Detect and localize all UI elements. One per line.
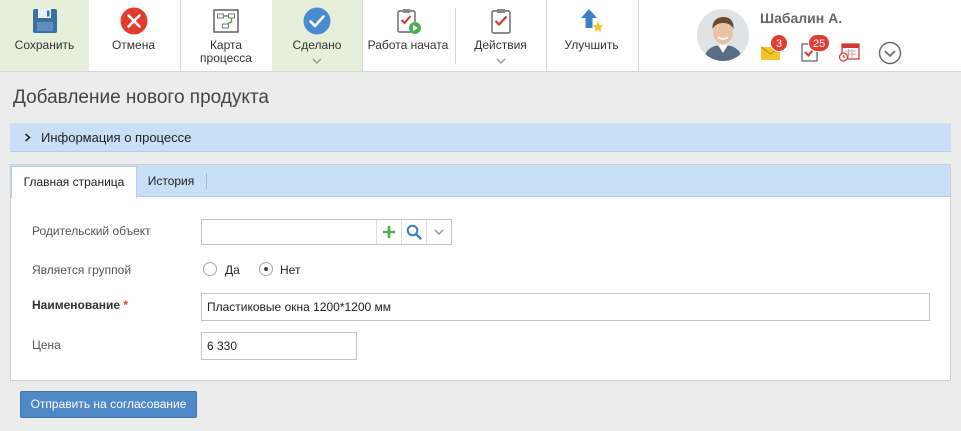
calendar-icon[interactable] (838, 42, 860, 62)
chevron-circle-down-icon[interactable] (878, 41, 902, 65)
cancel-label: Отмена (111, 38, 156, 52)
price-label: Цена (32, 338, 61, 352)
save-label: Сохранить (14, 38, 75, 52)
search-parent-button[interactable] (401, 220, 425, 244)
work-started-label: Работа начата (367, 38, 449, 52)
user-photo-icon (697, 9, 749, 61)
improve-button[interactable]: Улучшить (547, 0, 636, 71)
tasks-count-badge: 25 (808, 34, 831, 52)
messages-count-badge: 3 (770, 34, 788, 52)
tab-main-page[interactable]: Главная страница (11, 166, 137, 198)
send-for-approval-button[interactable]: Отправить на согласование (20, 391, 197, 418)
user-panel: Шабалин А. 3 25 (640, 0, 912, 71)
done-button[interactable]: Сделано (272, 0, 362, 71)
process-info-toggle[interactable]: Информация о процессе (10, 123, 951, 152)
floppy-disk-icon (32, 9, 57, 33)
price-input[interactable] (201, 332, 357, 360)
main-toolbar: Сохранить Отмена Карта процесса Сделано (0, 0, 961, 72)
chevron-down-icon (312, 58, 322, 65)
user-name: Шабалин А. (760, 10, 843, 26)
parent-object-label: Родительский объект (32, 224, 151, 238)
checkmark-circle-icon (303, 7, 331, 35)
process-info-label: Информация о процессе (41, 130, 192, 145)
name-input[interactable] (201, 293, 930, 321)
parent-object-input[interactable] (202, 220, 375, 244)
radio-selected-dot (264, 267, 268, 271)
magnifier-icon (406, 224, 422, 240)
process-map-label: Карта процесса (200, 38, 252, 65)
is-group-yes-radio[interactable] (203, 262, 217, 276)
parent-dropdown-button[interactable] (426, 220, 451, 244)
chevron-down-icon (434, 229, 444, 236)
process-map-button[interactable]: Карта процесса (181, 0, 271, 71)
page-title: Добавление нового продукта (13, 87, 269, 108)
work-started-button[interactable]: Работа начата (363, 0, 453, 71)
is-group-no-label[interactable]: Нет (280, 263, 300, 277)
actions-button[interactable]: Действия (456, 0, 545, 71)
avatar[interactable] (697, 9, 749, 61)
done-label: Сделано (292, 38, 342, 52)
is-group-no-radio[interactable] (259, 262, 273, 276)
tab-bar: Главная страница История (11, 165, 950, 198)
form-panel: Главная страница История Родительский об… (10, 164, 951, 381)
is-group-label: Является группой (32, 263, 132, 277)
is-group-yes-label[interactable]: Да (225, 263, 240, 277)
add-parent-button[interactable] (376, 220, 400, 244)
improve-arrow-icon (580, 9, 603, 32)
improve-label: Улучшить (564, 38, 619, 52)
save-button[interactable]: Сохранить (0, 0, 89, 71)
chevron-down-icon (495, 58, 506, 65)
name-label-text: Наименование (32, 298, 121, 312)
clipboard-play-icon (397, 9, 421, 34)
name-label: Наименование * (32, 298, 128, 312)
process-map-icon (213, 9, 239, 33)
actions-label: Действия (474, 38, 527, 52)
tab-separator (206, 173, 207, 189)
required-mark: * (123, 298, 129, 312)
chevron-right-icon (25, 133, 31, 142)
cancel-x-icon (120, 7, 147, 35)
parent-object-field (201, 219, 452, 245)
tab-history[interactable]: История (137, 166, 205, 197)
plus-icon (382, 226, 395, 238)
toolbar-separator (638, 0, 639, 71)
clipboard-check-icon (490, 9, 511, 34)
cancel-button[interactable]: Отмена (89, 0, 178, 71)
